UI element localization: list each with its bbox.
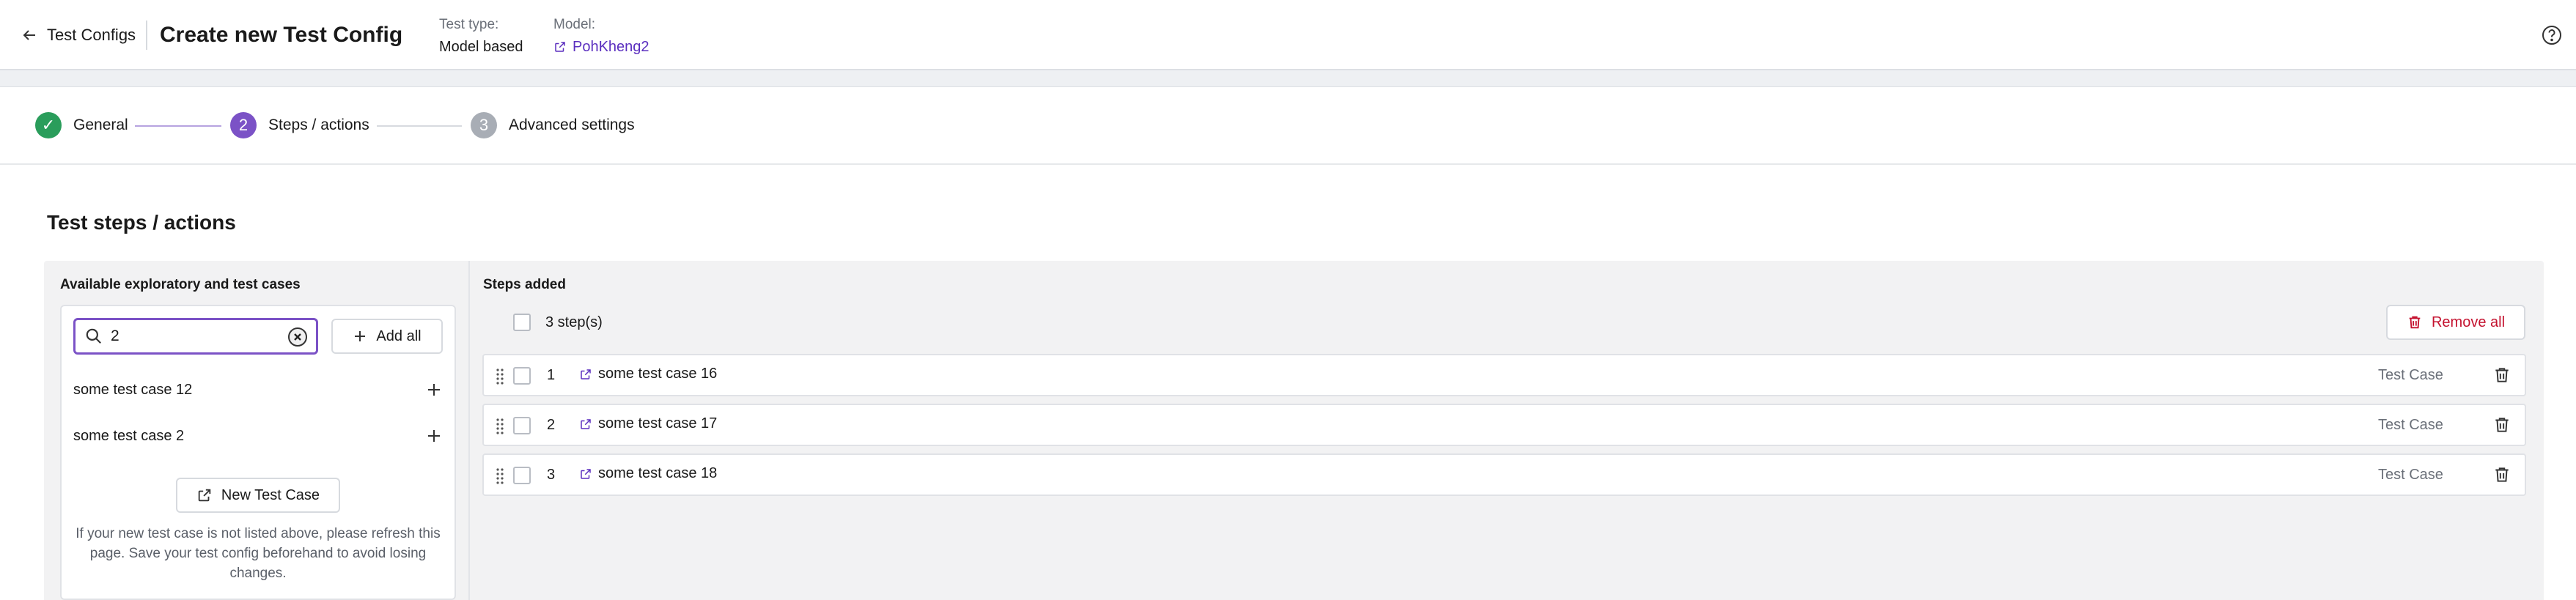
new-test-case-label: New Test Case bbox=[221, 486, 320, 503]
row-checkbox[interactable] bbox=[513, 467, 531, 484]
trash-icon bbox=[2409, 316, 2421, 329]
search-input[interactable] bbox=[111, 327, 257, 345]
new-test-case-button[interactable]: New Test Case bbox=[176, 478, 340, 513]
step-steps-actions[interactable]: 2 Steps / actions bbox=[230, 112, 369, 138]
model-value: PohKheng2 bbox=[573, 39, 649, 55]
stepper-connector bbox=[377, 125, 462, 127]
external-link-icon bbox=[581, 368, 591, 379]
page-title: Create new Test Config bbox=[160, 23, 403, 47]
step-number: 3 bbox=[471, 112, 497, 138]
add-case-plus-icon[interactable] bbox=[425, 427, 443, 445]
arrow-left-icon bbox=[23, 30, 35, 40]
search-field[interactable] bbox=[73, 318, 318, 355]
add-all-button[interactable]: Add all bbox=[331, 319, 443, 354]
remove-all-button[interactable]: Remove all bbox=[2386, 305, 2525, 340]
list-item: some test case 12 bbox=[73, 375, 443, 404]
step-case-link[interactable]: some test case 16 bbox=[579, 366, 717, 382]
help-icon[interactable] bbox=[2541, 24, 2563, 46]
step-type: Test Case bbox=[2378, 417, 2443, 433]
add-case-plus-icon[interactable] bbox=[425, 381, 443, 399]
column-divider bbox=[468, 261, 470, 600]
step-number: 2 bbox=[547, 417, 556, 433]
section-title: Test steps / actions bbox=[47, 211, 236, 234]
external-link-icon bbox=[198, 489, 211, 502]
drag-handle-icon[interactable] bbox=[496, 417, 504, 434]
add-all-label: Add all bbox=[376, 327, 422, 344]
back-to-test-configs-link[interactable]: Test Configs bbox=[21, 22, 136, 48]
clear-search-button[interactable] bbox=[288, 327, 307, 347]
test-type-value: Model based bbox=[439, 39, 523, 55]
stepper-connector bbox=[135, 125, 221, 127]
drag-handle-icon[interactable] bbox=[496, 467, 504, 484]
step-label: Advanced settings bbox=[509, 116, 635, 133]
table-row: 1 some test case 16 Test Case bbox=[482, 354, 2526, 396]
step-case-name: some test case 16 bbox=[598, 366, 718, 382]
case-item-label: some test case 12 bbox=[73, 381, 193, 398]
step-count-label: 3 step(s) bbox=[545, 314, 603, 330]
step-type: Test Case bbox=[2378, 367, 2443, 383]
model-meta: Model: PohKheng2 bbox=[553, 16, 649, 57]
row-checkbox[interactable] bbox=[513, 417, 531, 434]
external-link-icon bbox=[581, 468, 591, 479]
trash-icon[interactable] bbox=[2492, 465, 2511, 484]
trash-icon[interactable] bbox=[2492, 366, 2511, 385]
step-case-name: some test case 18 bbox=[598, 465, 718, 481]
search-icon bbox=[86, 328, 101, 344]
model-label: Model: bbox=[553, 17, 596, 32]
step-type: Test Case bbox=[2378, 467, 2443, 483]
test-type-label: Test type: bbox=[439, 17, 499, 32]
refresh-hint-text: If your new test case is not listed abov… bbox=[76, 526, 441, 581]
step-case-link[interactable]: some test case 17 bbox=[579, 415, 717, 432]
remove-all-label: Remove all bbox=[2431, 314, 2506, 330]
step-advanced-settings[interactable]: 3 Advanced settings bbox=[471, 112, 635, 138]
back-link-label: Test Configs bbox=[47, 26, 136, 44]
list-item: some test case 2 bbox=[73, 421, 443, 451]
header-divider bbox=[146, 21, 147, 50]
step-general[interactable]: ✓ General bbox=[35, 112, 128, 138]
test-type-meta: Test type: Model based bbox=[439, 16, 523, 57]
step-number: 3 bbox=[547, 467, 556, 483]
close-icon bbox=[294, 333, 301, 341]
step-number: 2 bbox=[230, 112, 257, 138]
drag-handle-icon[interactable] bbox=[496, 367, 504, 385]
available-cases-title: Available exploratory and test cases bbox=[60, 277, 301, 292]
steps-added-title: Steps added bbox=[483, 277, 566, 292]
step-label: Steps / actions bbox=[268, 116, 369, 133]
step-label: General bbox=[73, 116, 128, 133]
model-link[interactable]: PohKheng2 bbox=[553, 37, 649, 57]
step-case-link[interactable]: some test case 18 bbox=[579, 465, 717, 482]
select-all-checkbox[interactable] bbox=[513, 314, 531, 331]
table-row: 3 some test case 18 Test Case bbox=[482, 453, 2526, 496]
row-checkbox[interactable] bbox=[513, 367, 531, 385]
external-link-icon bbox=[555, 42, 565, 52]
step-number: 1 bbox=[547, 367, 556, 383]
plus-icon bbox=[355, 331, 366, 341]
wizard-stepper: ✓ General 2 Steps / actions 3 Advanced s… bbox=[0, 87, 2576, 165]
case-item-label: some test case 2 bbox=[73, 427, 185, 444]
trash-icon[interactable] bbox=[2492, 415, 2511, 434]
select-all-row: 3 step(s) bbox=[513, 314, 603, 331]
external-link-icon bbox=[581, 418, 591, 429]
table-row: 2 some test case 17 Test Case bbox=[482, 404, 2526, 446]
step-completed-check-icon: ✓ bbox=[35, 112, 62, 138]
step-case-name: some test case 17 bbox=[598, 415, 718, 432]
page-header: Test Configs Create new Test Config Test… bbox=[0, 0, 2576, 70]
